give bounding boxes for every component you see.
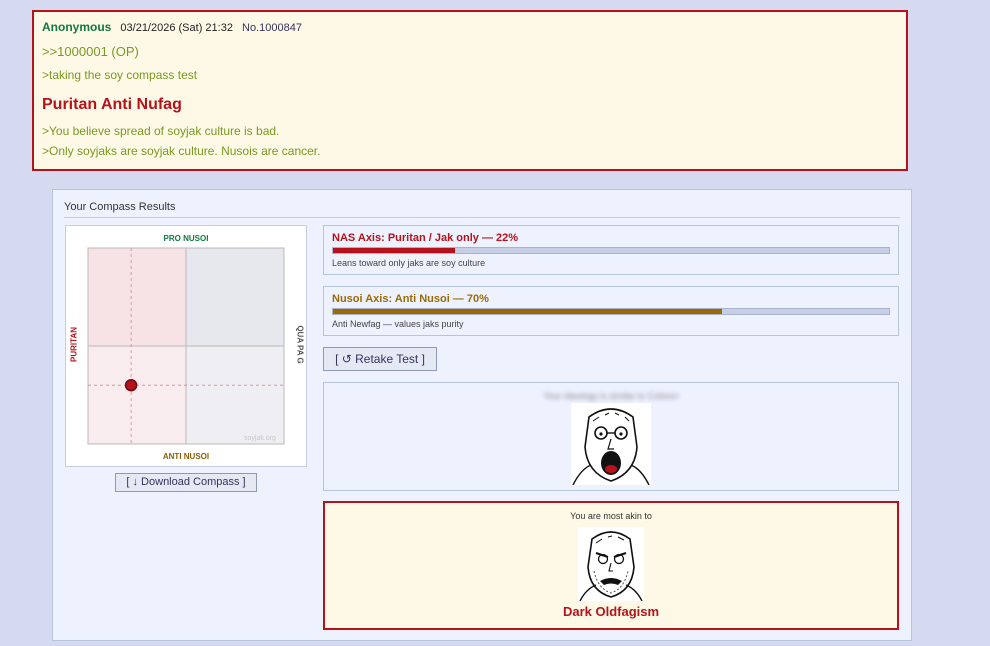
soyjak-open-mouth-image — [571, 403, 651, 485]
download-compass-button[interactable]: [ ↓ Download Compass ] — [115, 473, 257, 492]
nusoi-progress-fill — [333, 309, 723, 314]
most-akin-card: You are most akin to Dark Oldfagism — [323, 501, 899, 630]
nusoi-progress-track — [332, 308, 890, 315]
axis-label-bottom: ANTI NUSOI — [162, 452, 210, 461]
quote-link[interactable]: >>1000001 (OP) — [42, 44, 139, 59]
axis-label-top: PRO NUSOI — [163, 234, 209, 243]
nusoi-axis-card: Nusoi Axis: Anti Nusoi — 70% Anti Newfag… — [323, 286, 899, 336]
result-point — [124, 378, 138, 392]
ideology-similarity-card: Your ideology is similar to Cobson — [323, 382, 899, 491]
post-header: Anonymous 03/21/2026 (Sat) 21:32 No.1000… — [42, 20, 302, 34]
axis-label-right: QUA PA G — [295, 325, 305, 364]
panel-title: Your Compass Results — [64, 201, 900, 218]
post-headline: Puritan Anti Nufag — [42, 96, 182, 113]
nas-axis-description: Leans toward only jaks are soy culture — [332, 258, 486, 268]
poster-name: Anonymous — [42, 20, 112, 34]
compass-grid — [87, 247, 285, 445]
dark-oldfag-jak-image — [578, 527, 644, 601]
compass-results-panel: Your Compass Results PRO NUSOI ANTI NUSO… — [52, 189, 912, 641]
greentext-line: >You believe spread of soyjak culture is… — [42, 124, 280, 138]
nas-progress-track — [332, 247, 890, 254]
akin-result-title: Dark Oldfagism — [562, 604, 660, 619]
retake-test-button[interactable]: [ ↺ Retake Test ] — [323, 347, 437, 371]
compass-chart: PRO NUSOI ANTI NUSOI PURITAN QUA PA G so… — [65, 225, 307, 467]
greentext-line: >Only soyjaks are soyjak culture. Nusois… — [42, 144, 321, 158]
post-number-link[interactable]: No.1000847 — [242, 22, 302, 34]
reply-post: Anonymous 03/21/2026 (Sat) 21:32 No.1000… — [32, 10, 908, 171]
blurred-ideology-text: Your ideology is similar to Cobson — [543, 391, 679, 401]
nas-axis-card: NAS Axis: Puritan / Jak only — 22% Leans… — [323, 225, 899, 275]
nas-axis-label: NAS Axis: Puritan / Jak only — 22% — [332, 232, 519, 244]
nusoi-axis-description: Anti Newfag — values jaks purity — [332, 319, 464, 329]
nas-progress-fill — [333, 248, 456, 253]
axis-label-left: PURITAN — [69, 327, 79, 362]
akin-label: You are most akin to — [570, 511, 652, 521]
post-date: 03/21/2026 (Sat) 21:32 — [120, 22, 233, 34]
nusoi-axis-label: Nusoi Axis: Anti Nusoi — 70% — [332, 293, 489, 305]
greentext-line: >taking the soy compass test — [42, 68, 198, 82]
compass-watermark: soyjak.org — [244, 435, 276, 442]
